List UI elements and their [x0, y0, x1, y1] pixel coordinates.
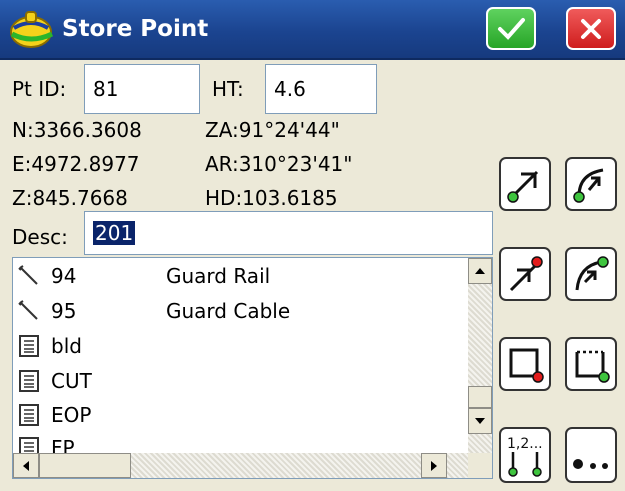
- point-code-icon: [17, 403, 41, 427]
- arrow-down-icon: [475, 418, 485, 424]
- list-item[interactable]: EOP: [17, 399, 166, 431]
- point-code-icon: [17, 334, 41, 358]
- numbered-points-icon: 1,2...: [507, 436, 543, 477]
- arc-start-button[interactable]: [565, 157, 617, 211]
- ht-field[interactable]: 4.6: [265, 64, 377, 114]
- arrow-right-icon: [431, 460, 437, 471]
- list-item-description: Guard Cable: [166, 299, 291, 323]
- code-list[interactable]: 94 Guard Rail 95 Guard Cable bld CUT EOP…: [12, 257, 493, 479]
- numbered-points-button[interactable]: 1,2...: [499, 427, 551, 483]
- desc-field[interactable]: 201: [84, 211, 493, 255]
- list-item-description: Guard Rail: [166, 264, 271, 288]
- arc-end-button[interactable]: [565, 247, 617, 301]
- line-end-button[interactable]: [499, 247, 551, 301]
- line-code-icon: [17, 264, 41, 288]
- close-icon: [581, 18, 601, 39]
- surveyor-helmet-icon: [10, 11, 54, 48]
- list-item[interactable]: bld: [17, 330, 166, 362]
- line-start-icon: [507, 170, 539, 203]
- arc-end-icon: [575, 256, 609, 291]
- window-title: Store Point: [62, 16, 209, 42]
- scroll-up-button[interactable]: [468, 258, 492, 284]
- title-bar: Store Point: [0, 0, 625, 60]
- arrow-left-icon: [23, 460, 29, 471]
- scroll-left-button[interactable]: [13, 453, 39, 478]
- scroll-thumb[interactable]: [468, 386, 492, 408]
- arrow-up-icon: [475, 268, 485, 274]
- checkmark-icon: [498, 17, 525, 40]
- ht-label: HT:: [212, 77, 244, 101]
- rect-corner-button[interactable]: [499, 337, 551, 391]
- desc-label: Desc:: [12, 225, 68, 249]
- scroll-thumb[interactable]: [39, 453, 131, 478]
- ok-button[interactable]: [486, 7, 536, 50]
- scroll-down-button[interactable]: [468, 408, 492, 434]
- arc-start-icon: [573, 168, 604, 203]
- pt-id-label: Pt ID:: [12, 77, 67, 101]
- horizontal-scrollbar[interactable]: [13, 453, 468, 478]
- northing-value: N:3366.3608: [12, 118, 142, 142]
- easting-value: E:4972.8977: [12, 152, 140, 176]
- scroll-right-button[interactable]: [421, 453, 447, 478]
- line-code-icon: [17, 299, 41, 323]
- list-item-code: CUT: [51, 369, 92, 393]
- horizontal-distance-value: HD:103.6185: [205, 186, 338, 210]
- list-item-code: EOP: [51, 403, 92, 427]
- vertical-scrollbar[interactable]: [468, 258, 492, 453]
- list-item[interactable]: 95 Guard Cable: [17, 295, 290, 327]
- svg-text:1,2...: 1,2...: [507, 436, 543, 452]
- point-code-icon: [17, 369, 41, 393]
- desc-value: 201: [93, 221, 136, 245]
- rect-close-button[interactable]: [565, 337, 617, 391]
- azimuth-value: AR:310°23'41": [205, 152, 353, 176]
- scrollbar-corner: [468, 453, 492, 478]
- list-item-code: 95: [51, 299, 77, 323]
- rect-close-icon: [575, 350, 610, 383]
- list-item-code: 94: [51, 264, 77, 288]
- elevation-value: Z:845.7668: [12, 186, 128, 210]
- list-item[interactable]: CUT: [17, 365, 166, 397]
- list-item[interactable]: 94 Guard Rail: [17, 260, 270, 292]
- pt-id-field[interactable]: 81: [84, 64, 200, 114]
- cancel-button[interactable]: [566, 7, 616, 50]
- rect-corner-icon: [509, 348, 544, 383]
- zenith-angle-value: ZA:91°24'44": [205, 118, 340, 142]
- list-item-code: bld: [51, 334, 82, 358]
- multi-point-icon: [573, 459, 608, 469]
- line-end-icon: [509, 256, 543, 292]
- line-start-button[interactable]: [499, 157, 551, 211]
- multi-point-button[interactable]: [565, 427, 617, 483]
